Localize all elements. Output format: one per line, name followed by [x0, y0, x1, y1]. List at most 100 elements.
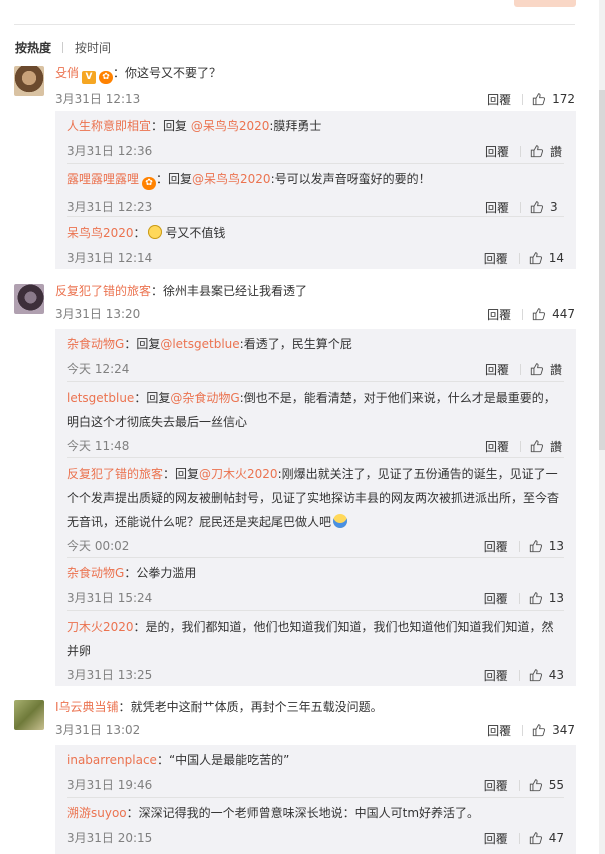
comment-time: 3月31日 13:20	[55, 307, 141, 321]
like-count: 讚	[550, 362, 563, 377]
reply-button[interactable]: 回覆	[485, 199, 509, 216]
comment-time: 3月31日 12:13	[55, 92, 141, 106]
reply-list: inabarrenplace：“中国人是最能吃苦的” 3月31日 19:46 回…	[55, 745, 576, 854]
avatar[interactable]	[14, 700, 44, 730]
reply-button[interactable]: 回覆	[485, 438, 509, 455]
thumbs-up-icon[interactable]	[532, 723, 546, 737]
reply-username[interactable]: 刀木火2020	[67, 620, 134, 634]
fan-badge-icon: ✿	[99, 71, 114, 84]
reply-text: ：公拳力滥用	[124, 566, 197, 580]
reply-item: 呆鸟鸟2020： 号又不值钱 3月31日 12:14 回覆 14	[67, 225, 564, 267]
reply-mention[interactable]: @呆鸟鸟2020	[191, 119, 270, 133]
thumbs-up-icon[interactable]	[529, 778, 543, 792]
reply-username[interactable]: 溯游suyoo	[67, 806, 127, 820]
reply-time: 3月31日 13:25	[67, 668, 153, 682]
sort-by-time-tab[interactable]: 按时间	[75, 39, 111, 56]
comment-item: I乌云典当铺：就凭老中这耐艹体质，再封个三年五载没问题。 3月31日 13:02…	[14, 700, 575, 740]
reply-divider	[67, 216, 564, 217]
glasses-emoji-icon	[147, 225, 162, 239]
comment-text: 徐州丰县案已经让我看透了	[163, 284, 308, 298]
reply-item: 杂食动物G：公拳力滥用 3月31日 15:24 回覆 13	[67, 566, 564, 607]
reply-button[interactable]: 回覆	[484, 590, 508, 607]
reply-divider	[67, 797, 564, 798]
action-divider	[522, 93, 524, 105]
comment-username[interactable]: 殳俏	[55, 66, 79, 80]
thumbs-up-icon[interactable]	[532, 307, 546, 321]
reply-time: 3月31日 20:15	[67, 831, 153, 845]
reply-button[interactable]: 回覆	[487, 722, 511, 739]
comment-item: 殳俏 V ✿ ：你这号又不要了？ 3月31日 12:13 回覆 172	[14, 66, 575, 108]
scrollbar-thumb[interactable]	[599, 90, 605, 450]
reply-mention[interactable]: @呆鸟鸟2020	[192, 172, 271, 186]
reply-button[interactable]: 回覆	[484, 777, 508, 794]
avatar[interactable]	[14, 284, 44, 314]
like-count: 172	[552, 92, 575, 106]
reply-mention[interactable]: @刀木火2020	[199, 467, 278, 481]
like-count: 14	[548, 251, 564, 265]
reply-text: ：是的，我们都知道，他们也知道我们知道，我们也知道他们知道我们知道，然并卵	[67, 620, 554, 658]
action-divider	[522, 308, 524, 320]
reply-text: ：“中国人是最能吃苦的”	[156, 753, 290, 767]
reply-list: 人生称意即相宜：回复 @呆鸟鸟2020:膜拜勇士 3月31日 12:36 回覆讚…	[55, 111, 576, 269]
thumbs-up-icon[interactable]	[529, 668, 543, 682]
reply-button[interactable]: 回覆	[485, 143, 509, 160]
like-count: 13	[548, 591, 564, 605]
action-divider	[520, 145, 521, 157]
reply-button[interactable]: 回覆	[487, 91, 511, 108]
thumbs-up-icon[interactable]	[529, 831, 543, 845]
thumbs-up-icon[interactable]	[530, 144, 544, 158]
thumbs-up-icon[interactable]	[529, 539, 543, 553]
thumbs-up-icon[interactable]	[530, 439, 544, 453]
reply-item: inabarrenplace：“中国人是最能吃苦的” 3月31日 19:46 回…	[67, 753, 564, 794]
reply-divider	[67, 381, 564, 382]
reply-button[interactable]: 回覆	[484, 830, 508, 847]
sort-bar: 按热度 按时间	[15, 39, 111, 55]
sort-by-hot-tab[interactable]: 按热度	[15, 39, 51, 56]
scrollbar-track[interactable]	[599, 0, 605, 854]
comment-text: 就凭老中这耐艹体质，再封个三年五载没问题。	[130, 700, 383, 714]
reply-text: ：	[133, 226, 146, 240]
reply-username[interactable]: 反复犯了错的旅客	[67, 467, 163, 481]
reply-username[interactable]: 杂食动物G	[67, 337, 124, 351]
reply-time: 3月31日 12:36	[67, 144, 153, 158]
thumbs-up-icon[interactable]	[530, 200, 544, 214]
avatar[interactable]	[14, 66, 44, 96]
reply-username[interactable]: inabarrenplace	[67, 753, 157, 767]
reply-username[interactable]: letsgetblue	[67, 391, 134, 405]
reply-item: 刀木火2020：是的，我们都知道，他们也知道我们知道，我们也知道他们知道我们知道…	[67, 619, 564, 684]
comment-separator: ：	[113, 66, 126, 80]
thumbs-up-icon[interactable]	[532, 92, 546, 106]
reply-username[interactable]: 露哩露哩露哩	[67, 172, 139, 186]
reply-button[interactable]: 回覆	[484, 250, 508, 267]
action-divider	[518, 540, 520, 552]
reply-time: 今天 12:24	[67, 362, 130, 376]
thumbs-up-icon[interactable]	[529, 251, 543, 265]
reply-button[interactable]: 回覆	[485, 361, 509, 378]
action-divider	[522, 724, 524, 736]
comment-username[interactable]: 反复犯了错的旅客	[55, 284, 151, 298]
like-count: 3	[550, 200, 558, 214]
reply-username[interactable]: 人生称意即相宜	[67, 119, 151, 133]
reply-mention[interactable]: @letsgetblue	[160, 337, 239, 351]
reply-button[interactable]: 回覆	[484, 538, 508, 555]
reply-item: 人生称意即相宜：回复 @呆鸟鸟2020:膜拜勇士 3月31日 12:36 回覆 讚	[67, 119, 564, 160]
reply-time: 今天 11:48	[67, 439, 130, 453]
comment-username[interactable]: I乌云典当铺	[55, 700, 119, 714]
top-divider	[14, 24, 575, 25]
top-action-button[interactable]	[514, 0, 576, 7]
reply-username[interactable]: 呆鸟鸟2020	[67, 226, 134, 240]
reply-time: 今天 00:02	[67, 539, 130, 553]
comment-time: 3月31日 13:02	[55, 723, 141, 737]
reply-button[interactable]: 回覆	[484, 667, 508, 684]
like-count: 43	[548, 668, 564, 682]
thumbs-up-icon[interactable]	[530, 362, 544, 376]
reply-button[interactable]: 回覆	[487, 306, 511, 323]
reply-mention[interactable]: @杂食动物G	[170, 391, 239, 405]
action-divider	[520, 201, 521, 213]
reply-divider	[67, 163, 564, 164]
reply-username[interactable]: 杂食动物G	[67, 566, 124, 580]
thumbs-up-icon[interactable]	[529, 591, 543, 605]
like-count: 13	[548, 539, 564, 553]
reply-text: ：深深记得我的一个老师曾意味深长地说：中国人可tm好养活了。	[126, 806, 480, 820]
comment-separator: ：	[151, 284, 164, 298]
